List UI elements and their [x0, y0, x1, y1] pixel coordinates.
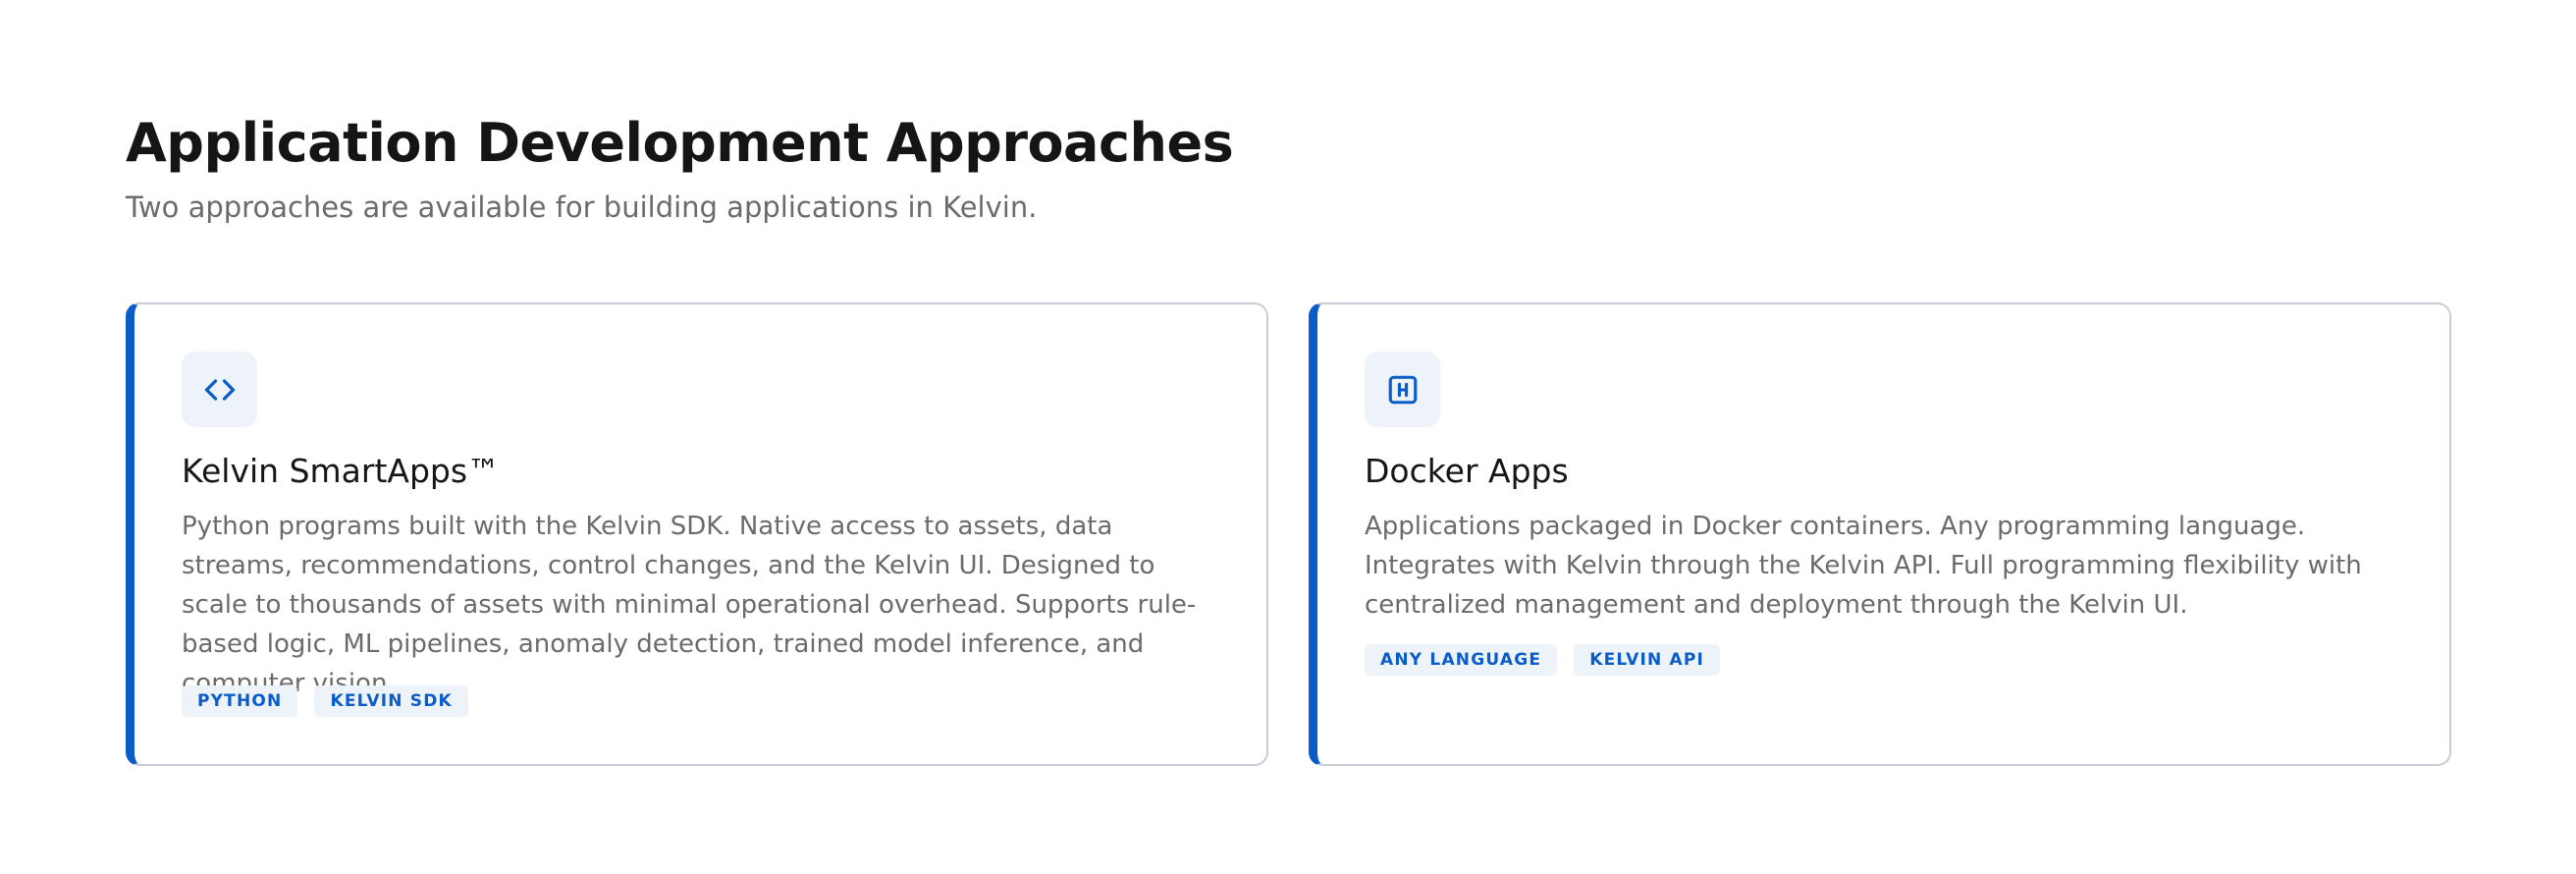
card-description: Applications packaged in Docker containe…	[1365, 512, 2362, 620]
tag-kelvin-api: KELVIN API	[1574, 644, 1721, 676]
docker-container-icon	[1365, 352, 1440, 427]
card-docker-apps[interactable]: Docker Apps Applications packaged in Doc…	[1309, 302, 2451, 766]
tag-python: PYTHON	[182, 685, 298, 717]
tag-any-language: ANY LANGUAGE	[1365, 644, 1558, 676]
approach-cards: Kelvin SmartApps™ Python programs built …	[126, 302, 2451, 766]
card-title: Docker Apps	[1365, 452, 1569, 490]
code-icon	[182, 352, 257, 427]
card-description: Python programs built with the Kelvin SD…	[182, 512, 1197, 698]
tag-kelvin-sdk: KELVIN SDK	[314, 685, 468, 717]
tag-list: ANY LANGUAGE KELVIN API	[1365, 644, 1721, 676]
page-title: Application Development Approaches	[126, 112, 1234, 174]
page-subtitle: Two approaches are available for buildin…	[126, 191, 1038, 224]
card-title: Kelvin SmartApps™	[182, 452, 501, 490]
page: Application Development Approaches Two a…	[126, 0, 2451, 874]
card-kelvin-smartapps[interactable]: Kelvin SmartApps™ Python programs built …	[126, 302, 1268, 766]
tag-list: PYTHON KELVIN SDK	[182, 685, 468, 717]
